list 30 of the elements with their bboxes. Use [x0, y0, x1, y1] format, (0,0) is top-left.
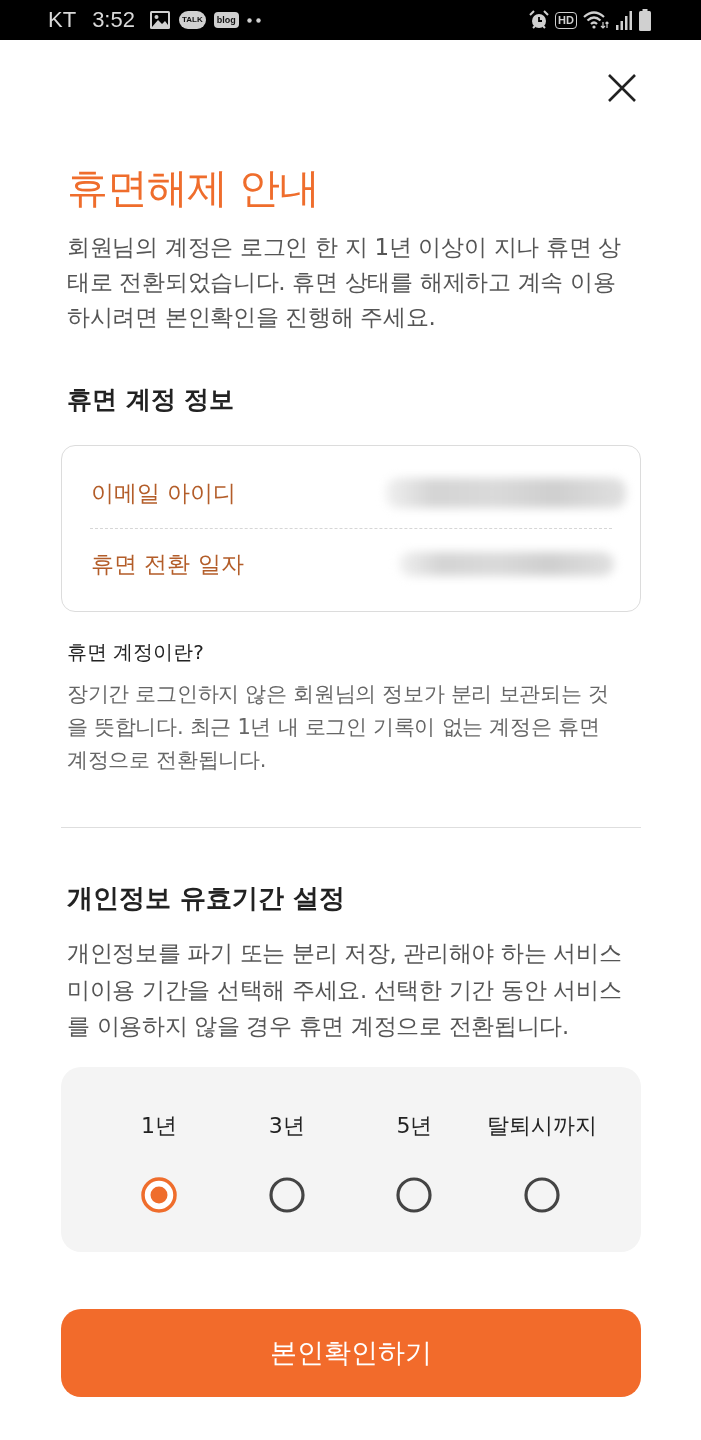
option-label: 탈퇴시까지: [487, 1111, 598, 1140]
hd-label: HD: [555, 11, 577, 29]
radio-button[interactable]: [396, 1176, 433, 1213]
description-text: 개인정보를 파기 또는 분리 저장, 관리해야 하는 서비스 미이용 기간을 선택해 주세요. 선택한 기간 동안 서비스를 이용하지 않을 경우 휴면 계정으로 전환됩니다.: [66, 939, 623, 1041]
option-label: 5년: [396, 1111, 433, 1140]
info-label: 이메일 아이디: [91, 478, 237, 508]
radio-button[interactable]: [268, 1176, 305, 1213]
alarm-clock-icon: [529, 10, 550, 30]
info-label: 휴면 전환 일자: [91, 549, 244, 579]
intro-text: 회원님의 계정은 로그인 한 지 1년 이상이 지나 휴면 상태로 전환되었습니다. 휴면 상태를 해제하고 계속 이용하시려면 본인확인을 진행해 주세요.: [66, 233, 623, 332]
battery-icon: [639, 9, 651, 31]
carrier-name: KT: [48, 7, 77, 33]
clock-time: 3:52: [92, 7, 135, 33]
question-text: 휴면 계정이란?: [66, 639, 205, 666]
more-dots-icon: [246, 17, 261, 23]
notification-chip: blog: [213, 12, 239, 28]
option-label: 1년: [140, 1111, 177, 1140]
radio-button[interactable]: [140, 1176, 177, 1213]
section-heading: 개인정보 유효기간 설정: [66, 882, 347, 915]
close-icon: [608, 74, 636, 102]
option-label: 3년: [268, 1111, 305, 1140]
radio-button[interactable]: [524, 1176, 561, 1213]
verify-identity-button[interactable]: 본인확인하기: [61, 1308, 641, 1397]
notification-chip: TALK: [178, 11, 206, 29]
dialog-title: 휴면해제 안내: [66, 163, 321, 214]
wifi-icon: [583, 10, 609, 30]
signal-icon: [615, 10, 633, 30]
image-icon: [148, 10, 171, 30]
section-heading: 휴면 계정 정보: [66, 384, 236, 416]
description-text: 장기간 로그인하지 않은 회원님의 정보가 분리 보관되는 것을 뜻합니다. 최근 1년 내 로그인 기록이 없는 계정은 휴면 계정으로 전환됩니다.: [66, 681, 610, 774]
